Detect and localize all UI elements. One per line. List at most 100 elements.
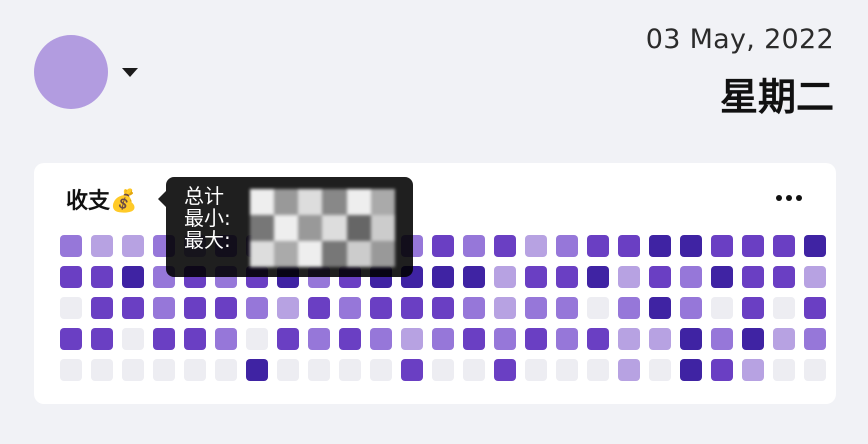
- heatmap-cell[interactable]: [277, 359, 299, 381]
- heatmap-cell[interactable]: [494, 297, 516, 319]
- heatmap-cell[interactable]: [432, 266, 454, 288]
- heatmap-cell[interactable]: [60, 266, 82, 288]
- heatmap-cell[interactable]: [618, 266, 640, 288]
- heatmap-cell[interactable]: [711, 359, 733, 381]
- heatmap-cell[interactable]: [804, 266, 826, 288]
- heatmap-cell[interactable]: [680, 266, 702, 288]
- heatmap-cell[interactable]: [60, 359, 82, 381]
- heatmap-cell[interactable]: [91, 297, 113, 319]
- heatmap-cell[interactable]: [463, 235, 485, 257]
- heatmap-cell[interactable]: [60, 297, 82, 319]
- heatmap-cell[interactable]: [680, 297, 702, 319]
- heatmap-cell[interactable]: [370, 359, 392, 381]
- more-horizontal-icon[interactable]: [776, 195, 802, 201]
- heatmap-cell[interactable]: [339, 297, 361, 319]
- heatmap-cell[interactable]: [463, 297, 485, 319]
- heatmap-cell[interactable]: [773, 266, 795, 288]
- heatmap-cell[interactable]: [649, 328, 671, 350]
- heatmap-cell[interactable]: [587, 328, 609, 350]
- heatmap-cell[interactable]: [649, 266, 671, 288]
- heatmap-cell[interactable]: [742, 297, 764, 319]
- heatmap-cell[interactable]: [618, 359, 640, 381]
- heatmap-cell[interactable]: [370, 297, 392, 319]
- heatmap-cell[interactable]: [525, 266, 547, 288]
- heatmap-cell[interactable]: [432, 328, 454, 350]
- heatmap-cell[interactable]: [308, 359, 330, 381]
- heatmap-cell[interactable]: [91, 266, 113, 288]
- heatmap-cell[interactable]: [556, 328, 578, 350]
- heatmap-cell[interactable]: [556, 235, 578, 257]
- heatmap-cell[interactable]: [618, 235, 640, 257]
- heatmap-cell[interactable]: [122, 266, 144, 288]
- heatmap-cell[interactable]: [587, 359, 609, 381]
- heatmap-cell[interactable]: [401, 359, 423, 381]
- heatmap-cell[interactable]: [494, 359, 516, 381]
- heatmap-cell[interactable]: [649, 359, 671, 381]
- heatmap-cell[interactable]: [680, 359, 702, 381]
- heatmap-cell[interactable]: [742, 266, 764, 288]
- heatmap-cell[interactable]: [339, 328, 361, 350]
- heatmap-cell[interactable]: [308, 328, 330, 350]
- heatmap-cell[interactable]: [153, 297, 175, 319]
- heatmap-cell[interactable]: [91, 235, 113, 257]
- heatmap-cell[interactable]: [463, 359, 485, 381]
- heatmap-cell[interactable]: [277, 297, 299, 319]
- heatmap-cell[interactable]: [525, 297, 547, 319]
- heatmap-cell[interactable]: [742, 328, 764, 350]
- heatmap-cell[interactable]: [215, 297, 237, 319]
- heatmap-cell[interactable]: [587, 297, 609, 319]
- heatmap-cell[interactable]: [804, 359, 826, 381]
- heatmap-cell[interactable]: [742, 359, 764, 381]
- heatmap-cell[interactable]: [432, 235, 454, 257]
- heatmap-cell[interactable]: [773, 328, 795, 350]
- heatmap-cell[interactable]: [649, 235, 671, 257]
- heatmap-cell[interactable]: [308, 297, 330, 319]
- heatmap-cell[interactable]: [618, 297, 640, 319]
- heatmap-cell[interactable]: [246, 297, 268, 319]
- heatmap-cell[interactable]: [91, 328, 113, 350]
- heatmap-cell[interactable]: [463, 266, 485, 288]
- heatmap-cell[interactable]: [339, 359, 361, 381]
- heatmap-cell[interactable]: [804, 328, 826, 350]
- chevron-down-icon[interactable]: [122, 68, 138, 77]
- heatmap-cell[interactable]: [804, 297, 826, 319]
- heatmap-cell[interactable]: [122, 297, 144, 319]
- heatmap-cell[interactable]: [122, 328, 144, 350]
- heatmap-cell[interactable]: [711, 266, 733, 288]
- heatmap-cell[interactable]: [556, 359, 578, 381]
- avatar[interactable]: [34, 35, 108, 109]
- heatmap-cell[interactable]: [649, 297, 671, 319]
- heatmap-cell[interactable]: [494, 235, 516, 257]
- heatmap-cell[interactable]: [494, 266, 516, 288]
- heatmap-cell[interactable]: [401, 297, 423, 319]
- heatmap-cell[interactable]: [711, 297, 733, 319]
- heatmap-cell[interactable]: [618, 328, 640, 350]
- heatmap-cell[interactable]: [246, 359, 268, 381]
- heatmap-cell[interactable]: [122, 359, 144, 381]
- heatmap-cell[interactable]: [153, 359, 175, 381]
- heatmap-cell[interactable]: [432, 297, 454, 319]
- heatmap-cell[interactable]: [556, 266, 578, 288]
- heatmap-cell[interactable]: [773, 359, 795, 381]
- heatmap-cell[interactable]: [370, 328, 392, 350]
- heatmap-cell[interactable]: [587, 266, 609, 288]
- heatmap-cell[interactable]: [91, 359, 113, 381]
- heatmap-cell[interactable]: [525, 235, 547, 257]
- heatmap-cell[interactable]: [742, 235, 764, 257]
- heatmap-cell[interactable]: [60, 235, 82, 257]
- heatmap-cell[interactable]: [711, 235, 733, 257]
- heatmap-cell[interactable]: [432, 359, 454, 381]
- heatmap-cell[interactable]: [60, 328, 82, 350]
- heatmap-cell[interactable]: [122, 235, 144, 257]
- heatmap-cell[interactable]: [711, 328, 733, 350]
- heatmap-cell[interactable]: [804, 235, 826, 257]
- heatmap-cell[interactable]: [494, 328, 516, 350]
- heatmap-cell[interactable]: [153, 328, 175, 350]
- heatmap-cell[interactable]: [401, 328, 423, 350]
- heatmap-cell[interactable]: [680, 328, 702, 350]
- heatmap-cell[interactable]: [184, 297, 206, 319]
- heatmap-cell[interactable]: [246, 328, 268, 350]
- heatmap-cell[interactable]: [680, 235, 702, 257]
- heatmap-cell[interactable]: [525, 359, 547, 381]
- heatmap-cell[interactable]: [215, 328, 237, 350]
